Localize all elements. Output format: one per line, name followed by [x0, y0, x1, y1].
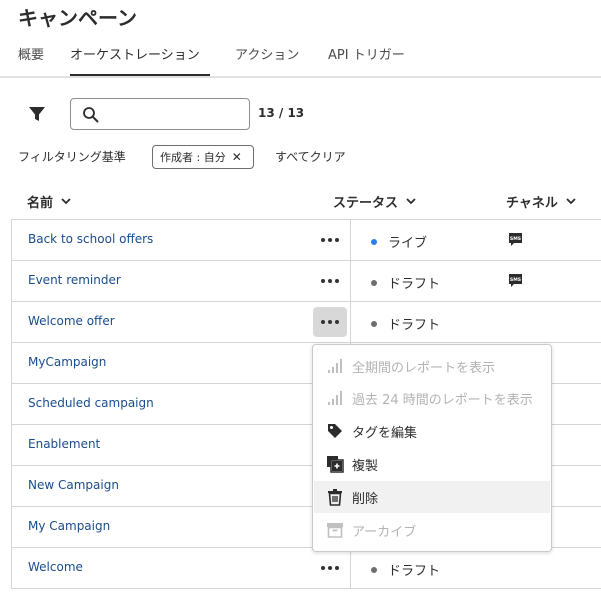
table-row: Welcome ドラフト	[11, 548, 601, 589]
menu-item-label: 複製	[352, 458, 379, 474]
name-cell: Enablement	[11, 425, 351, 465]
table-row: Welcome offer ドラフト	[11, 302, 601, 343]
duplicate-icon	[327, 456, 344, 473]
name-cell: Welcome	[11, 548, 351, 588]
campaign-name-link[interactable]: New Campaign	[28, 478, 119, 492]
campaign-name-link[interactable]: Scheduled campaign	[28, 396, 154, 410]
filter-chip-label: 作成者 : 自分	[160, 151, 226, 164]
tab-overview[interactable]: 概要	[18, 44, 44, 63]
more-actions-button[interactable]	[313, 225, 347, 255]
tag-icon	[328, 424, 342, 438]
menu-item-delete[interactable]: 削除	[314, 481, 550, 513]
chevron-down-icon	[566, 198, 576, 205]
filter-label: フィルタリング基準	[18, 150, 126, 164]
close-icon[interactable]: ✕	[232, 150, 242, 164]
status-label: ライブ	[388, 236, 428, 251]
status-dot	[371, 566, 377, 573]
status-badge: ドラフト	[371, 314, 440, 333]
status-label: ドラフト	[388, 277, 441, 292]
sms-icon: SMS	[509, 233, 522, 246]
page-title: キャンペーン	[18, 6, 137, 30]
result-count: 13 / 13	[258, 106, 305, 120]
status-label: ドラフト	[388, 564, 441, 579]
menu-item-label: タグを編集	[352, 425, 418, 441]
menu-item-duplicate[interactable]: 複製	[314, 448, 550, 480]
campaign-name-link[interactable]: Welcome offer	[28, 314, 115, 328]
column-header-status[interactable]: ステータス	[333, 192, 416, 211]
name-cell: Scheduled campaign	[11, 384, 351, 424]
campaign-name-link[interactable]: MyCampaign	[28, 355, 106, 369]
name-cell: Back to school offers	[11, 220, 351, 260]
row-actions-menu: 全期間のレポートを表示 過去 24 時間のレポートを表示 タグを編集 複製 削除	[312, 344, 552, 552]
chevron-down-icon	[406, 198, 416, 205]
status-dot	[371, 320, 377, 327]
name-cell: Event reminder	[11, 261, 351, 301]
status-badge: ドラフト	[371, 560, 440, 579]
campaign-name-link[interactable]: Welcome	[28, 560, 83, 574]
filter-icon[interactable]	[28, 105, 46, 123]
campaign-name-link[interactable]: Event reminder	[28, 273, 121, 287]
more-actions-button[interactable]	[313, 553, 347, 583]
campaign-name-link[interactable]: My Campaign	[28, 519, 110, 533]
column-header-channel[interactable]: チャネル	[506, 192, 576, 211]
svg-text:SMS: SMS	[510, 236, 521, 242]
archive-icon	[327, 523, 343, 538]
status-dot	[371, 238, 377, 245]
delete-icon	[328, 489, 342, 506]
table-row: Back to school offers ライブ SMS	[11, 220, 601, 261]
status-dot	[371, 279, 377, 286]
column-header-name-label: 名前	[27, 196, 54, 211]
more-actions-button[interactable]	[313, 266, 347, 296]
tab-bar: 概要 オーケストレーション アクション API トリガー	[0, 40, 601, 78]
name-cell: New Campaign	[11, 466, 351, 506]
status-badge: ドラフト	[371, 273, 440, 292]
menu-item-report-24h: 過去 24 時間のレポートを表示	[314, 382, 550, 414]
menu-item-label: アーカイブ	[352, 524, 417, 540]
campaign-name-link[interactable]: Back to school offers	[28, 232, 153, 246]
active-tab-indicator	[70, 74, 210, 76]
search-field[interactable]	[70, 98, 250, 130]
clear-all-button[interactable]: すべてクリア	[275, 148, 346, 165]
campaign-name-link[interactable]: Enablement	[28, 437, 100, 451]
chart-icon	[328, 359, 342, 373]
name-cell: My Campaign	[11, 507, 351, 547]
menu-item-label: 全期間のレポートを表示	[352, 360, 496, 376]
filter-chip-owner[interactable]: 作成者 : 自分 ✕	[152, 145, 254, 169]
chart-icon	[328, 391, 342, 405]
column-header-channel-label: チャネル	[506, 196, 558, 211]
tab-orchestration[interactable]: オーケストレーション	[70, 44, 200, 63]
more-actions-button[interactable]	[313, 307, 347, 337]
status-badge: ライブ	[371, 232, 427, 251]
chevron-down-icon	[61, 198, 71, 205]
svg-text:SMS: SMS	[510, 277, 521, 283]
sms-icon: SMS	[509, 274, 522, 287]
menu-item-edit-tags[interactable]: タグを編集	[314, 415, 550, 447]
status-label: ドラフト	[388, 318, 441, 333]
menu-item-label: 過去 24 時間のレポートを表示	[352, 392, 533, 408]
menu-item-label: 削除	[352, 491, 379, 507]
table-row: Event reminder ドラフト SMS	[11, 261, 601, 302]
menu-item-report-all-time: 全期間のレポートを表示	[314, 350, 550, 382]
column-header-status-label: ステータス	[333, 196, 399, 211]
tab-actions[interactable]: アクション	[235, 44, 299, 63]
name-cell: Welcome offer	[11, 302, 351, 342]
column-header-name[interactable]: 名前	[27, 192, 71, 211]
menu-item-archive: アーカイブ	[314, 514, 550, 546]
name-cell: MyCampaign	[11, 343, 351, 383]
search-input[interactable]	[105, 103, 245, 125]
search-icon	[83, 107, 99, 123]
tab-api-triggers[interactable]: API トリガー	[328, 44, 405, 63]
